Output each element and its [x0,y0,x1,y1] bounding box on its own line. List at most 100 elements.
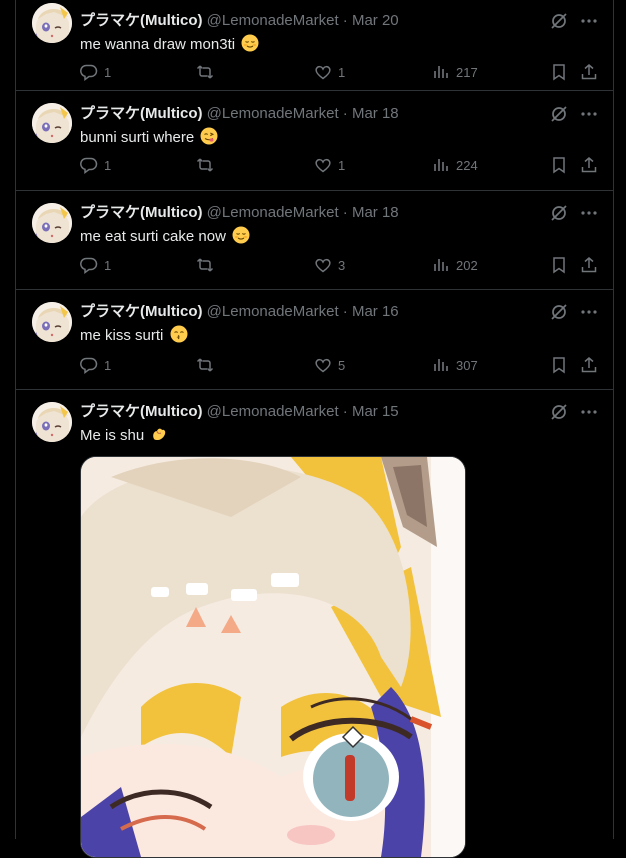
share-button[interactable] [580,62,598,82]
display-name[interactable]: プラマケ(Multico) [80,403,202,420]
grok-icon[interactable] [549,203,569,223]
tweet[interactable]: プラマケ(Multico) @LemonadeMarket · Mar 15 M… [16,390,613,858]
bookmark-button[interactable] [550,255,568,275]
reply-count: 1 [104,64,112,80]
bookmark-button[interactable] [550,155,568,175]
views-button[interactable]: 202 [432,255,478,275]
pinching-hand-icon [153,428,166,440]
repost-button[interactable] [196,255,214,275]
views-button[interactable]: 224 [432,155,478,175]
tweet[interactable]: プラマケ(Multico) @LemonadeMarket · Mar 18 m… [16,191,613,290]
like-button[interactable]: 1 [314,155,345,175]
handle[interactable]: @LemonadeMarket [207,204,339,221]
display-name[interactable]: プラマケ(Multico) [80,105,202,122]
like-count: 1 [338,157,346,173]
reply-button[interactable]: 1 [80,355,111,375]
share-button[interactable] [580,355,598,375]
reply-count: 1 [104,357,112,373]
repost-button[interactable] [196,355,214,375]
views-button[interactable]: 217 [432,62,478,82]
tweet-text: bunni surti where [80,127,218,148]
like-button[interactable]: 1 [314,62,345,82]
tweet-text: me kiss surti [80,325,188,346]
display-name[interactable]: プラマケ(Multico) [80,12,202,29]
repost-icon [196,358,214,372]
handle[interactable]: @LemonadeMarket [207,403,339,420]
handle[interactable]: @LemonadeMarket [207,12,339,29]
repost-button[interactable] [196,62,214,82]
more-options-icon[interactable] [579,302,599,322]
avatar[interactable] [32,103,72,143]
repost-icon [196,65,214,79]
tweet[interactable]: プラマケ(Multico) @LemonadeMarket · Mar 18 b… [16,91,613,191]
separator: · [342,204,348,221]
reply-button[interactable]: 1 [80,155,111,175]
analytics-icon [434,359,448,371]
tweet-header: プラマケ(Multico) @LemonadeMarket · Mar 16 [80,302,399,322]
tweet-actions: 1 1 224 [80,155,613,175]
tweet-date[interactable]: Mar 18 [352,105,399,122]
share-button[interactable] [580,255,598,275]
face-savoring-food-icon [200,127,218,145]
like-count: 5 [338,357,346,373]
tweet-actions: 1 1 217 [80,62,613,82]
views-button[interactable]: 307 [432,355,478,375]
display-name[interactable]: プラマケ(Multico) [80,204,202,221]
heart-icon [315,258,331,273]
repost-icon [196,158,214,172]
view-count: 307 [456,357,478,373]
tweet-text: me wanna draw mon3ti [80,34,259,55]
more-options-icon[interactable] [579,203,599,223]
tweet-date[interactable]: Mar 15 [352,403,399,420]
tweet-date[interactable]: Mar 18 [352,204,399,221]
view-count: 202 [456,257,478,273]
more-options-icon[interactable] [579,104,599,124]
share-icon [581,157,597,173]
tweet-image[interactable] [80,456,466,858]
handle[interactable]: @LemonadeMarket [207,303,339,320]
reply-button[interactable]: 1 [80,62,111,82]
tweet-date[interactable]: Mar 16 [352,303,399,320]
tweet[interactable]: プラマケ(Multico) @LemonadeMarket · Mar 20 m… [16,0,613,91]
grok-icon[interactable] [549,402,569,422]
avatar[interactable] [32,402,72,442]
like-button[interactable]: 3 [314,255,345,275]
more-options-icon[interactable] [579,11,599,31]
like-button[interactable]: 5 [314,355,345,375]
reply-button[interactable]: 1 [80,255,111,275]
view-count: 224 [456,157,478,173]
like-count: 1 [338,64,346,80]
bookmark-button[interactable] [550,355,568,375]
tweet-text: me eat surti cake now [80,226,250,247]
bookmark-icon [553,257,565,274]
avatar[interactable] [32,302,72,342]
tweet[interactable]: プラマケ(Multico) @LemonadeMarket · Mar 16 m… [16,290,613,390]
timeline: プラマケ(Multico) @LemonadeMarket · Mar 20 m… [15,0,614,858]
tweet-actions: 1 5 307 [80,355,613,375]
grok-icon[interactable] [549,11,569,31]
avatar[interactable] [32,203,72,243]
analytics-icon [434,259,448,271]
tweet-text-content: me eat surti cake now [80,228,226,245]
grok-icon[interactable] [549,302,569,322]
handle[interactable]: @LemonadeMarket [207,105,339,122]
relieved-face-icon [232,226,250,244]
repost-icon [196,258,214,272]
avatar[interactable] [32,3,72,43]
reply-icon [80,357,98,374]
more-options-icon[interactable] [579,402,599,422]
tweet-actions: 1 3 202 [80,255,613,275]
tweet-header: プラマケ(Multico) @LemonadeMarket · Mar 18 [80,203,399,223]
display-name[interactable]: プラマケ(Multico) [80,303,202,320]
repost-button[interactable] [196,155,214,175]
tweet-header: プラマケ(Multico) @LemonadeMarket · Mar 18 [80,104,399,124]
analytics-icon [434,159,448,171]
reply-icon [80,64,98,81]
reply-count: 1 [104,157,112,173]
share-button[interactable] [580,155,598,175]
bookmark-button[interactable] [550,62,568,82]
like-count: 3 [338,257,346,273]
tweet-date[interactable]: Mar 20 [352,12,399,29]
grok-icon[interactable] [549,104,569,124]
tweet-text-content: me kiss surti [80,327,164,344]
